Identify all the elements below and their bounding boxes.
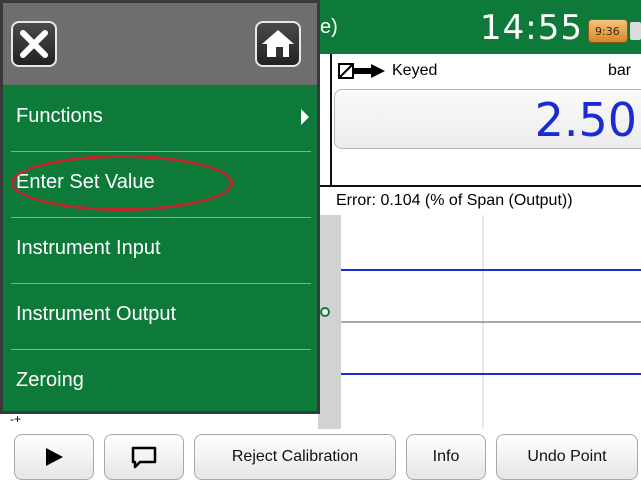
keyed-arrow-icon xyxy=(338,63,385,79)
menu-item-functions[interactable]: Functions xyxy=(3,85,317,151)
comment-icon xyxy=(131,446,157,469)
close-button[interactable] xyxy=(11,21,57,67)
comment-button[interactable] xyxy=(104,434,184,480)
error-marker xyxy=(320,307,330,317)
clock: 14:55 xyxy=(480,8,583,48)
battery-icon: 9:36 xyxy=(588,19,628,43)
menu-item-zeroing[interactable]: Zeroing xyxy=(3,349,317,415)
menu-item-label: Instrument Input xyxy=(16,237,161,259)
battery-tip xyxy=(630,22,641,40)
menu-item-label: Instrument Output xyxy=(16,303,177,325)
close-icon xyxy=(20,30,48,58)
unit-label: bar xyxy=(608,62,632,79)
undo-point-button[interactable]: Undo Point xyxy=(496,434,638,480)
axis-tick: -+ xyxy=(10,412,22,426)
graph-gutter xyxy=(318,215,341,429)
info-button[interactable]: Info xyxy=(406,434,486,480)
value-display[interactable]: 2.50 xyxy=(334,89,641,149)
play-icon xyxy=(46,448,63,466)
source-text: Keyed xyxy=(392,62,438,79)
highlight-ellipse xyxy=(11,155,233,211)
home-icon xyxy=(262,30,294,57)
menu-item-label: Functions xyxy=(16,105,103,127)
panel-divider xyxy=(330,54,332,186)
value-text: 2.50 xyxy=(534,93,637,147)
home-button[interactable] xyxy=(255,21,301,67)
window-title: e) xyxy=(320,16,338,38)
menu-item-instrument-output[interactable]: Instrument Output xyxy=(3,283,317,349)
play-button[interactable] xyxy=(14,434,94,480)
graph-separator xyxy=(318,185,641,187)
chevron-right-icon xyxy=(301,109,309,125)
error-graph xyxy=(341,215,641,429)
reject-calibration-button[interactable]: Reject Calibration xyxy=(194,434,396,480)
popup-menu: Functions Enter Set Value Instrument Inp… xyxy=(0,0,320,414)
menu-item-instrument-input[interactable]: Instrument Input xyxy=(3,217,317,283)
error-label: Error: 0.104 (% of Span (Output)) xyxy=(336,192,573,209)
battery-time: 9:36 xyxy=(595,25,620,38)
menu-item-label: Zeroing xyxy=(16,369,84,391)
menu-header xyxy=(3,3,317,85)
source-label: Keyed xyxy=(338,62,437,80)
